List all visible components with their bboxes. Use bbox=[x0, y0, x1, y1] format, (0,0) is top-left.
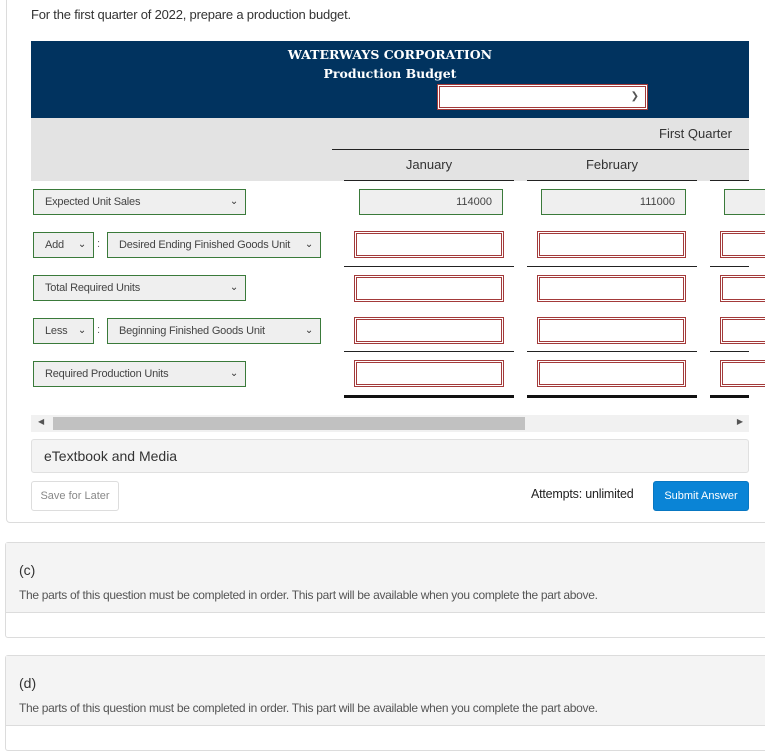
scrollbar-thumb[interactable] bbox=[53, 417, 525, 430]
divider bbox=[527, 266, 697, 267]
double-underline bbox=[344, 395, 514, 398]
page: For the first quarter of 2022, prepare a… bbox=[0, 0, 765, 756]
value-input-february[interactable] bbox=[537, 317, 686, 344]
row-label-select[interactable]: Beginning Finished Goods Unit ⌄ bbox=[107, 318, 321, 344]
double-underline bbox=[527, 395, 697, 398]
divider bbox=[710, 180, 749, 181]
divider bbox=[710, 351, 749, 352]
chevron-down-icon: ❯ bbox=[630, 91, 639, 102]
chevron-down-icon: ⌄ bbox=[229, 282, 238, 293]
row-label-select[interactable]: Desired Ending Finished Goods Unit ⌄ bbox=[107, 232, 321, 258]
operator-label: Add bbox=[45, 239, 64, 251]
period-select[interactable]: ❯ bbox=[437, 84, 648, 110]
chevron-down-icon: ⌄ bbox=[229, 196, 238, 207]
separator: : bbox=[97, 238, 101, 250]
value-input-march[interactable] bbox=[724, 189, 765, 215]
row-label: Total Required Units bbox=[45, 282, 141, 294]
row-label: Required Production Units bbox=[45, 368, 169, 380]
value-input-march[interactable] bbox=[720, 317, 765, 344]
separator: : bbox=[97, 324, 101, 336]
horizontal-scrollbar[interactable]: ◀ ▶ bbox=[31, 415, 749, 432]
part-c-card: (c) The parts of this question must be c… bbox=[5, 542, 765, 638]
chevron-down-icon: ⌄ bbox=[77, 325, 86, 336]
value-input-january[interactable] bbox=[354, 317, 504, 344]
question-instructions: For the first quarter of 2022, prepare a… bbox=[31, 7, 351, 22]
submit-answer-button[interactable]: Submit Answer bbox=[653, 481, 749, 511]
part-label: (c) bbox=[19, 562, 36, 578]
divider bbox=[710, 266, 749, 267]
etextbook-media-link[interactable]: eTextbook and Media bbox=[31, 439, 749, 473]
row-label-select[interactable]: Expected Unit Sales ⌄ bbox=[33, 189, 246, 215]
scroll-left-icon[interactable]: ◀ bbox=[38, 417, 44, 426]
divider bbox=[332, 149, 749, 150]
row-label: Beginning Finished Goods Unit bbox=[119, 325, 265, 337]
value-input-february[interactable] bbox=[537, 275, 686, 302]
value-input-february[interactable] bbox=[537, 360, 686, 387]
budget-title: Production Budget bbox=[323, 66, 457, 81]
chevron-down-icon: ⌄ bbox=[77, 239, 86, 250]
scroll-right-icon[interactable]: ▶ bbox=[737, 417, 743, 426]
part-locked-message: The parts of this question must be compl… bbox=[19, 701, 598, 715]
save-for-later-button[interactable]: Save for Later bbox=[31, 481, 119, 511]
value-input-march[interactable] bbox=[720, 231, 765, 258]
divider bbox=[344, 180, 514, 181]
column-header-january: January bbox=[405, 157, 453, 172]
value-input-march[interactable] bbox=[720, 360, 765, 387]
value-input-january[interactable] bbox=[354, 360, 504, 387]
operator-select[interactable]: Less ⌄ bbox=[33, 318, 94, 344]
chevron-down-icon: ⌄ bbox=[304, 239, 313, 250]
chevron-down-icon: ⌄ bbox=[229, 368, 238, 379]
row-label-select[interactable]: Total Required Units ⌄ bbox=[33, 275, 246, 301]
row-label-select[interactable]: Required Production Units ⌄ bbox=[33, 361, 246, 387]
operator-label: Less bbox=[45, 325, 68, 337]
value-input-march[interactable] bbox=[720, 275, 765, 302]
value-input-january[interactable]: 114000 bbox=[359, 189, 503, 215]
value-input-february[interactable] bbox=[537, 231, 686, 258]
divider bbox=[344, 351, 514, 352]
column-group-label: First Quarter bbox=[659, 126, 732, 141]
divider bbox=[344, 266, 514, 267]
operator-select[interactable]: Add ⌄ bbox=[33, 232, 94, 258]
part-c-header: (c) The parts of this question must be c… bbox=[6, 543, 765, 613]
value-input-february[interactable]: 111000 bbox=[541, 189, 686, 215]
part-locked-message: The parts of this question must be compl… bbox=[19, 588, 598, 602]
part-d-header: (d) The parts of this question must be c… bbox=[6, 656, 765, 726]
divider bbox=[527, 351, 697, 352]
column-header-february: February bbox=[585, 157, 639, 172]
divider bbox=[527, 180, 697, 181]
value-input-january[interactable] bbox=[354, 275, 504, 302]
attempts-label: Attempts: unlimited bbox=[531, 487, 634, 501]
company-name: WATERWAYS CORPORATION bbox=[287, 47, 493, 62]
double-underline bbox=[710, 395, 749, 398]
part-label: (d) bbox=[19, 675, 37, 691]
row-label: Expected Unit Sales bbox=[45, 196, 141, 208]
row-label: Desired Ending Finished Goods Unit bbox=[119, 239, 291, 251]
chevron-down-icon: ⌄ bbox=[304, 325, 313, 336]
part-d-card: (d) The parts of this question must be c… bbox=[5, 655, 765, 751]
value-input-january[interactable] bbox=[354, 231, 504, 258]
